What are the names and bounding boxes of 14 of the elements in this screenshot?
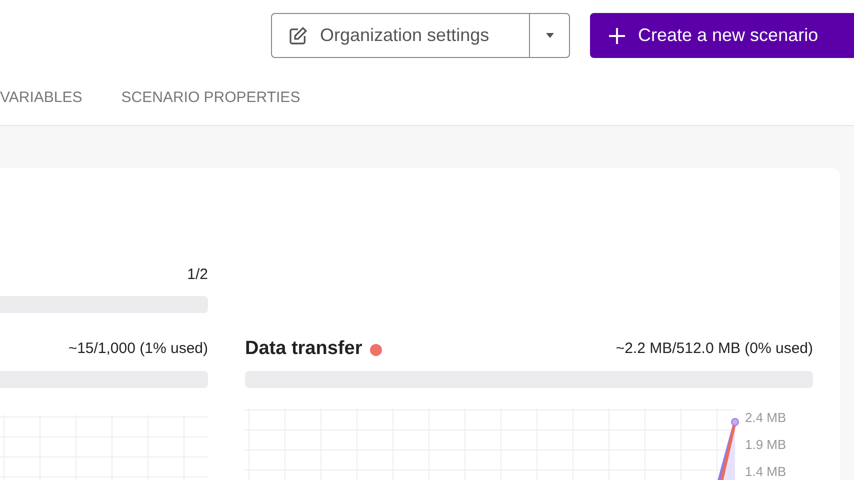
usage-reading: ~2.2 MB/512.0 MB (0% used) xyxy=(616,339,813,360)
section-title: Data transfer xyxy=(245,337,362,362)
edit-icon xyxy=(288,26,308,46)
create-scenario-button[interactable]: Create a new scenario xyxy=(590,13,854,58)
usage-reading: 1/2 xyxy=(187,265,208,285)
tab[interactable]: SCENARIO PROPERTIES xyxy=(121,87,300,110)
tab[interactable]: VARIABLES xyxy=(0,87,82,110)
plus-icon xyxy=(608,26,626,44)
axis-tick-label: 1.9 MB xyxy=(745,436,786,454)
axis-tick-label: 1.4 MB xyxy=(745,462,786,480)
axis-tick-label: 2.4 MB xyxy=(745,408,786,426)
usage-reading: ~15/1,000 (1% used) xyxy=(68,339,208,360)
organization-settings-button[interactable]: Organization settings xyxy=(272,14,530,57)
caret-icon xyxy=(544,32,554,38)
